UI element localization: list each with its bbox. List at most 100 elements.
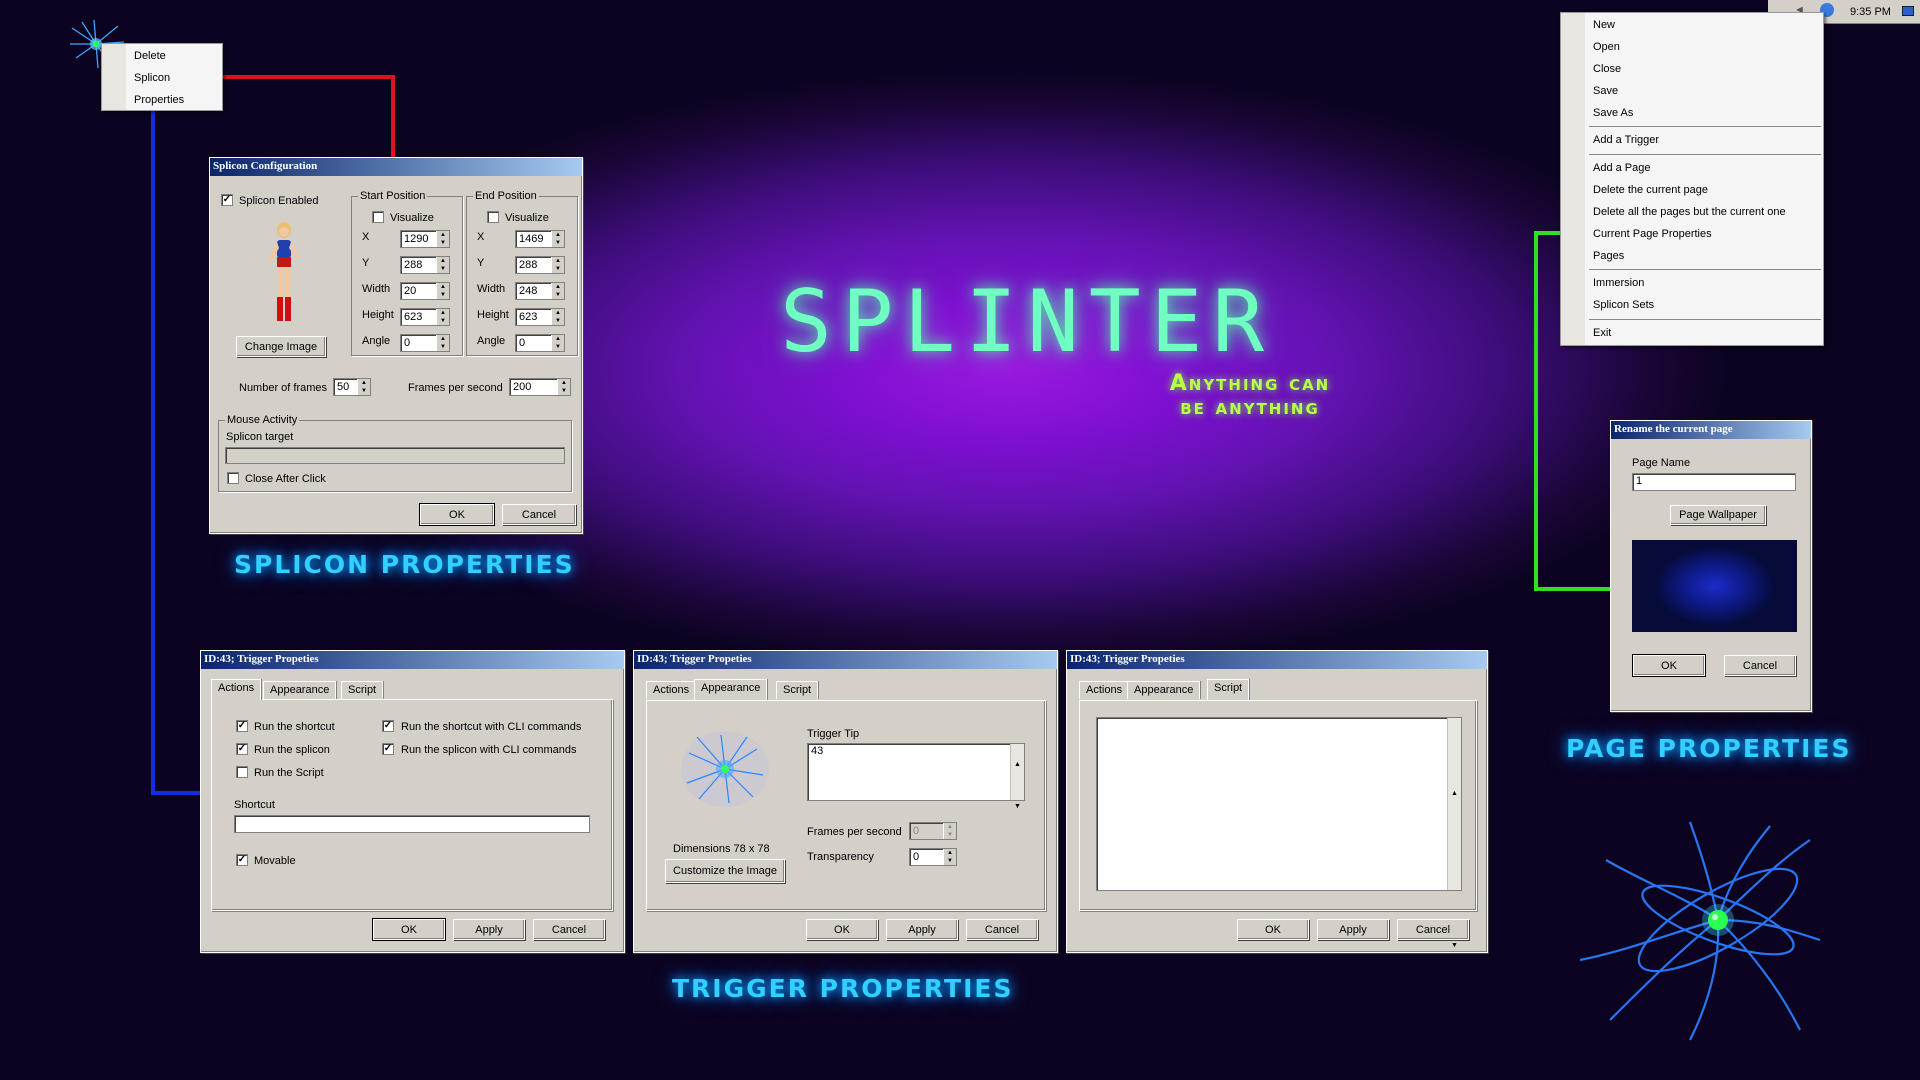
- end-angle-value: 0: [519, 337, 526, 349]
- tagline: Anything can be anything: [1130, 372, 1370, 420]
- tab-script[interactable]: Script: [776, 681, 819, 699]
- menu-item-add-trigger[interactable]: Add a Trigger: [1561, 131, 1823, 149]
- movable-checkbox[interactable]: ✓: [236, 854, 248, 866]
- rename-ok-button[interactable]: OK: [1632, 654, 1706, 677]
- end-angle-field[interactable]: 0 ▲ ▼: [515, 334, 565, 352]
- trigger-tip-field[interactable]: 43 ▲ ▼: [807, 743, 1025, 810]
- frames-field[interactable]: 50 ▲ ▼: [333, 378, 371, 396]
- splicon-ok-button[interactable]: OK: [419, 503, 495, 526]
- tab-actions[interactable]: Actions: [1079, 681, 1130, 699]
- trigger-cancel-button[interactable]: Cancel: [533, 919, 605, 940]
- script-scrollbar[interactable]: ▲ ▼: [1447, 718, 1461, 949]
- spin-arrows[interactable]: ▲ ▼: [436, 309, 449, 325]
- script-editor[interactable]: ▲ ▼: [1096, 717, 1462, 949]
- run-script-checkbox[interactable]: [236, 766, 248, 778]
- start-width-field[interactable]: 20 ▲ ▼: [400, 282, 450, 300]
- spin-arrows[interactable]: ▲ ▼: [943, 823, 956, 839]
- end-x-label: X: [477, 231, 485, 243]
- tab-script[interactable]: Script: [1207, 679, 1250, 700]
- menu-item-close[interactable]: Close: [1561, 60, 1823, 78]
- menu-item-save[interactable]: Save: [1561, 82, 1823, 100]
- spin-arrows[interactable]: ▲ ▼: [436, 257, 449, 273]
- start-x-field[interactable]: 1290 ▲ ▼: [400, 230, 450, 248]
- rename-cancel-button[interactable]: Cancel: [1724, 655, 1796, 676]
- menu-item-pages[interactable]: Pages: [1561, 247, 1823, 265]
- spin-arrows[interactable]: ▲ ▼: [436, 335, 449, 351]
- trigger-ok-button[interactable]: OK: [372, 918, 446, 941]
- spin-arrows[interactable]: ▲ ▼: [357, 379, 370, 395]
- end-x-value: 1469: [519, 233, 544, 245]
- tab-script[interactable]: Script: [341, 681, 384, 699]
- tab-actions[interactable]: Actions: [646, 681, 697, 699]
- page-name-field[interactable]: 1: [1632, 473, 1796, 491]
- end-height-field[interactable]: 623 ▲ ▼: [515, 308, 565, 326]
- spin-arrows[interactable]: ▲ ▼: [436, 231, 449, 247]
- splicon-target-field[interactable]: [225, 447, 565, 464]
- spin-arrows[interactable]: ▲ ▼: [551, 335, 564, 351]
- close-after-click-checkbox[interactable]: [227, 472, 239, 484]
- run-splicon-checkbox[interactable]: ✓: [236, 743, 248, 755]
- spin-arrows[interactable]: ▲ ▼: [436, 283, 449, 299]
- tab-appearance[interactable]: Appearance: [694, 679, 768, 700]
- appearance-fps-field[interactable]: 0 ▲ ▼: [909, 822, 957, 840]
- start-visualize-checkbox[interactable]: [372, 211, 384, 223]
- spin-arrows[interactable]: ▲ ▼: [551, 257, 564, 273]
- spin-arrows[interactable]: ▲ ▼: [551, 309, 564, 325]
- shortcut-field[interactable]: [234, 815, 590, 833]
- spin-arrows[interactable]: ▲ ▼: [551, 231, 564, 247]
- splicon-target-label: Splicon target: [226, 431, 294, 443]
- spin-arrows[interactable]: ▲ ▼: [943, 849, 956, 865]
- menu-item-new[interactable]: New: [1561, 16, 1823, 34]
- splicon-enabled-checkbox[interactable]: ✓: [221, 194, 233, 206]
- menu-item-save-as[interactable]: Save As: [1561, 104, 1823, 122]
- start-width-label: Width: [362, 283, 391, 295]
- trigger-cancel-button[interactable]: Cancel: [1397, 919, 1469, 940]
- splicon-configuration-dialog: Splicon Configuration ✓ Splicon Enabled …: [209, 157, 583, 534]
- tab-appearance[interactable]: Appearance: [263, 681, 337, 699]
- transparency-field[interactable]: 0 ▲ ▼: [909, 848, 957, 866]
- menu-item-splicon[interactable]: Splicon: [102, 69, 222, 87]
- start-angle-field[interactable]: 0 ▲ ▼: [400, 334, 450, 352]
- spin-arrows[interactable]: ▲ ▼: [557, 379, 570, 395]
- splicon-properties-caption: SPLICON PROPERTIES: [234, 550, 575, 579]
- run-shortcut-cli-checkbox[interactable]: ✓: [382, 720, 394, 732]
- menu-separator: [1589, 126, 1821, 127]
- end-visualize-checkbox[interactable]: [487, 211, 499, 223]
- end-y-field[interactable]: 288 ▲ ▼: [515, 256, 565, 274]
- trigger-cancel-button[interactable]: Cancel: [966, 919, 1038, 940]
- start-height-field[interactable]: 623 ▲ ▼: [400, 308, 450, 326]
- trigger-apply-button[interactable]: Apply: [1317, 919, 1389, 940]
- trigger-apply-button[interactable]: Apply: [453, 919, 525, 940]
- menu-item-immersion[interactable]: Immersion: [1561, 274, 1823, 292]
- spin-arrows[interactable]: ▲ ▼: [551, 283, 564, 299]
- menu-item-properties[interactable]: Properties: [102, 91, 222, 109]
- end-x-field[interactable]: 1469 ▲ ▼: [515, 230, 565, 248]
- trigger-apply-button[interactable]: Apply: [886, 919, 958, 940]
- menu-separator: [1589, 269, 1821, 270]
- menu-item-delete[interactable]: Delete: [102, 47, 222, 65]
- customize-image-button[interactable]: Customize the Image: [665, 859, 785, 883]
- fps-field[interactable]: 200 ▲ ▼: [509, 378, 571, 396]
- tab-actions[interactable]: Actions: [211, 679, 262, 700]
- run-splicon-cli-label: Run the splicon with CLI commands: [401, 744, 577, 756]
- splicon-cancel-button[interactable]: Cancel: [502, 504, 576, 525]
- menu-item-exit[interactable]: Exit: [1561, 324, 1823, 342]
- trigger-tip-scrollbar[interactable]: ▲ ▼: [1010, 744, 1024, 810]
- menu-item-current-page-properties[interactable]: Current Page Properties: [1561, 225, 1823, 243]
- trigger-ok-button[interactable]: OK: [806, 919, 878, 940]
- menu-item-splicon-sets[interactable]: Splicon Sets: [1561, 296, 1823, 314]
- menu-item-delete-other-pages[interactable]: Delete all the pages but the current one: [1561, 203, 1823, 221]
- menu-item-open[interactable]: Open: [1561, 38, 1823, 56]
- run-shortcut-checkbox[interactable]: ✓: [236, 720, 248, 732]
- change-image-button[interactable]: Change Image: [236, 336, 326, 357]
- run-splicon-cli-checkbox[interactable]: ✓: [382, 743, 394, 755]
- tab-appearance[interactable]: Appearance: [1127, 681, 1201, 699]
- menu-item-delete-current-page[interactable]: Delete the current page: [1561, 181, 1823, 199]
- start-y-field[interactable]: 288 ▲ ▼: [400, 256, 450, 274]
- end-width-field[interactable]: 248 ▲ ▼: [515, 282, 565, 300]
- menu-item-add-page[interactable]: Add a Page: [1561, 159, 1823, 177]
- start-y-value: 288: [404, 259, 423, 271]
- show-desktop-icon[interactable]: [1902, 6, 1914, 16]
- trigger-ok-button[interactable]: OK: [1237, 919, 1309, 940]
- page-wallpaper-button[interactable]: Page Wallpaper: [1670, 505, 1766, 525]
